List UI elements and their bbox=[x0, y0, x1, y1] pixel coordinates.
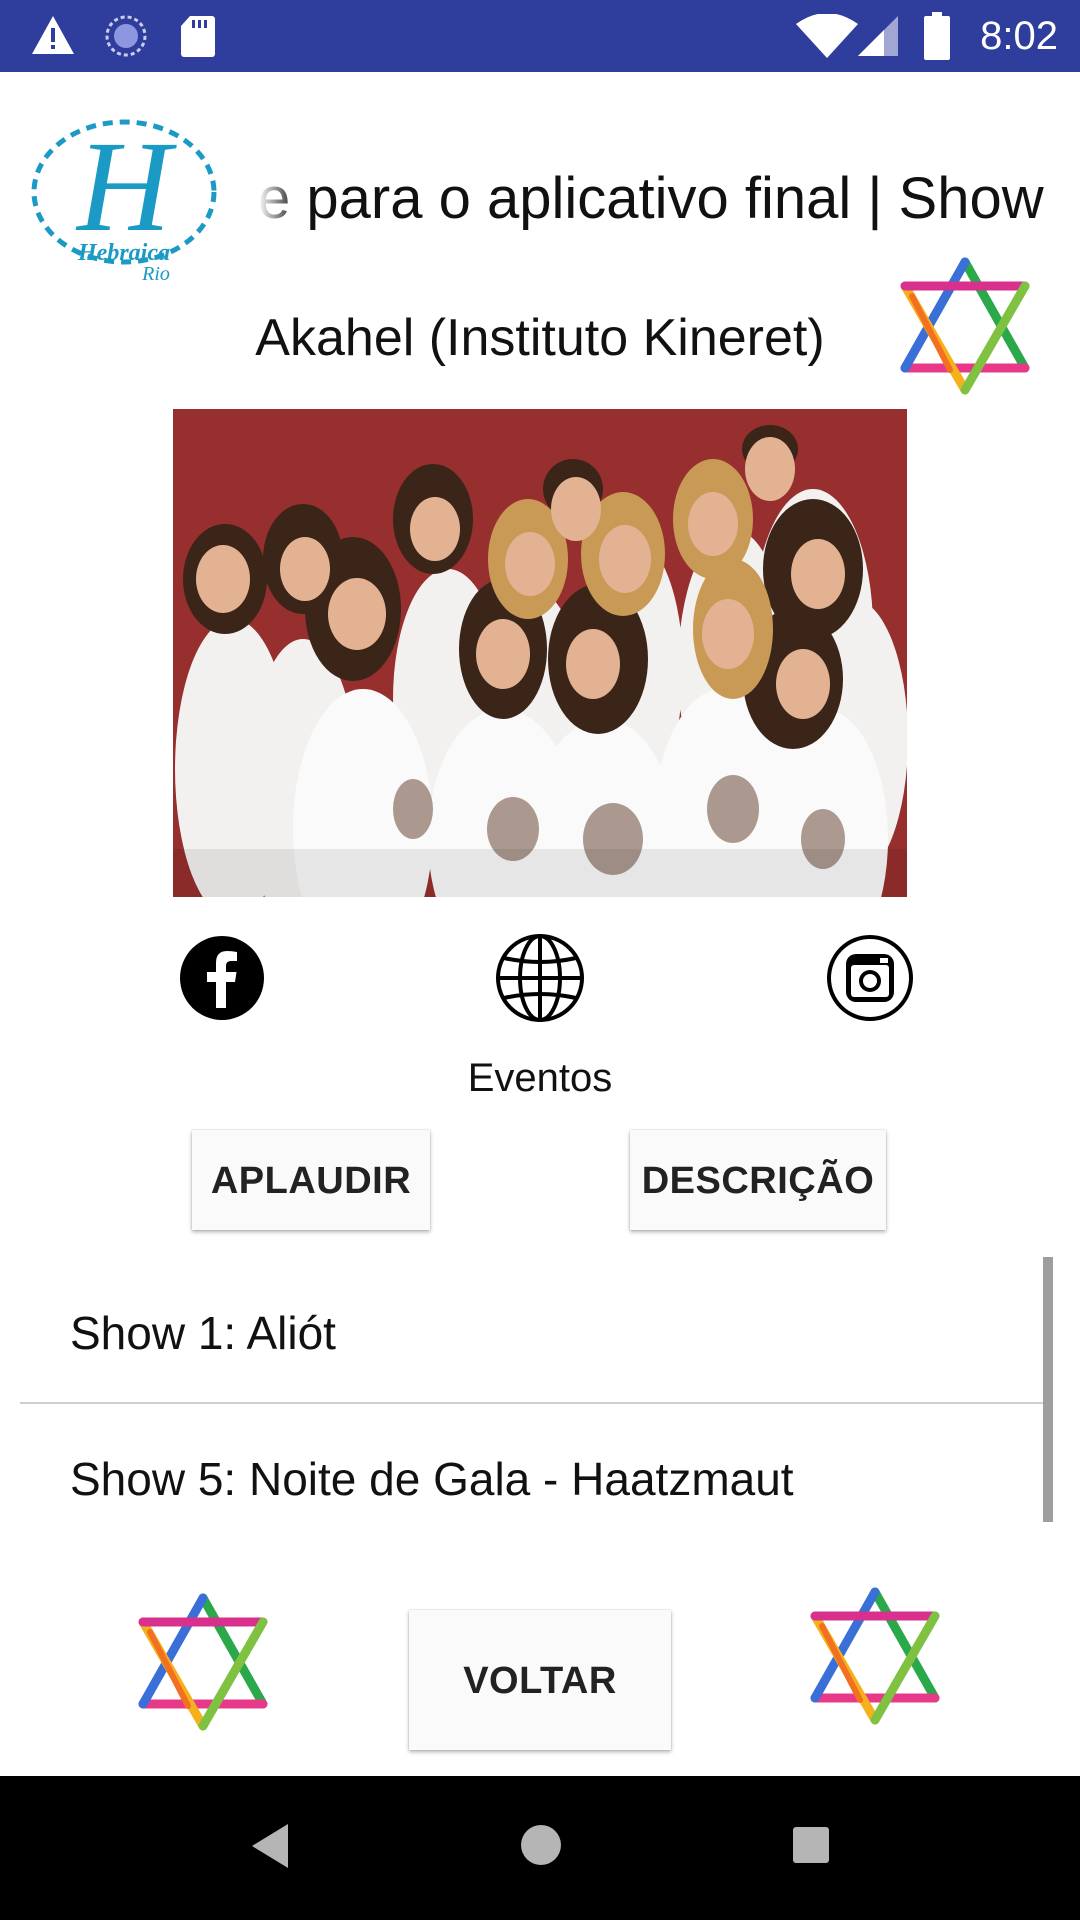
status-bar: 8:02 bbox=[0, 0, 1080, 72]
list-item[interactable]: Show 1: Aliót bbox=[20, 1260, 1050, 1406]
scrolling-marquee-text: e para o aplicativo final | Show bbox=[258, 164, 1080, 234]
facebook-icon[interactable] bbox=[176, 932, 268, 1024]
back-nav-icon[interactable] bbox=[248, 1820, 290, 1872]
instagram-icon[interactable] bbox=[824, 932, 916, 1024]
website-label: Eventos bbox=[467, 1056, 613, 1100]
list-divider bbox=[20, 1402, 1050, 1404]
signal-icon bbox=[858, 16, 898, 56]
recents-nav-icon[interactable] bbox=[792, 1826, 830, 1864]
sync-icon bbox=[105, 15, 147, 57]
home-nav-icon[interactable] bbox=[520, 1824, 562, 1866]
warning-icon bbox=[32, 16, 74, 54]
applaud-button[interactable]: APLAUDIR bbox=[192, 1130, 430, 1230]
navigation-bar bbox=[0, 1776, 1080, 1920]
star-of-david-icon bbox=[900, 257, 1030, 395]
show-list[interactable]: Show 1: Aliót Show 5: Noite de Gala - Ha… bbox=[20, 1260, 1050, 1552]
wifi-icon bbox=[796, 14, 858, 58]
clock: 8:02 bbox=[980, 14, 1058, 58]
description-button[interactable]: DESCRIÇÃO bbox=[630, 1130, 886, 1230]
scrollbar[interactable] bbox=[1043, 1257, 1053, 1522]
list-item[interactable]: Show 5: Noite de Gala - Haatzmaut bbox=[20, 1406, 1050, 1552]
globe-icon[interactable] bbox=[494, 932, 586, 1024]
hebraica-logo: H Hebraica Rio bbox=[31, 115, 217, 282]
back-button[interactable]: VOLTAR bbox=[409, 1610, 671, 1750]
sd-card-icon bbox=[181, 16, 215, 57]
group-photo bbox=[173, 409, 907, 897]
marquee-fade bbox=[258, 164, 298, 234]
svg-text:H: H bbox=[75, 115, 177, 259]
svg-text:Rio: Rio bbox=[141, 263, 170, 282]
page-title: Akahel (Instituto Kineret) bbox=[255, 309, 825, 367]
star-of-david-icon bbox=[138, 1593, 268, 1731]
battery-icon bbox=[924, 12, 950, 60]
star-of-david-icon bbox=[810, 1587, 940, 1725]
